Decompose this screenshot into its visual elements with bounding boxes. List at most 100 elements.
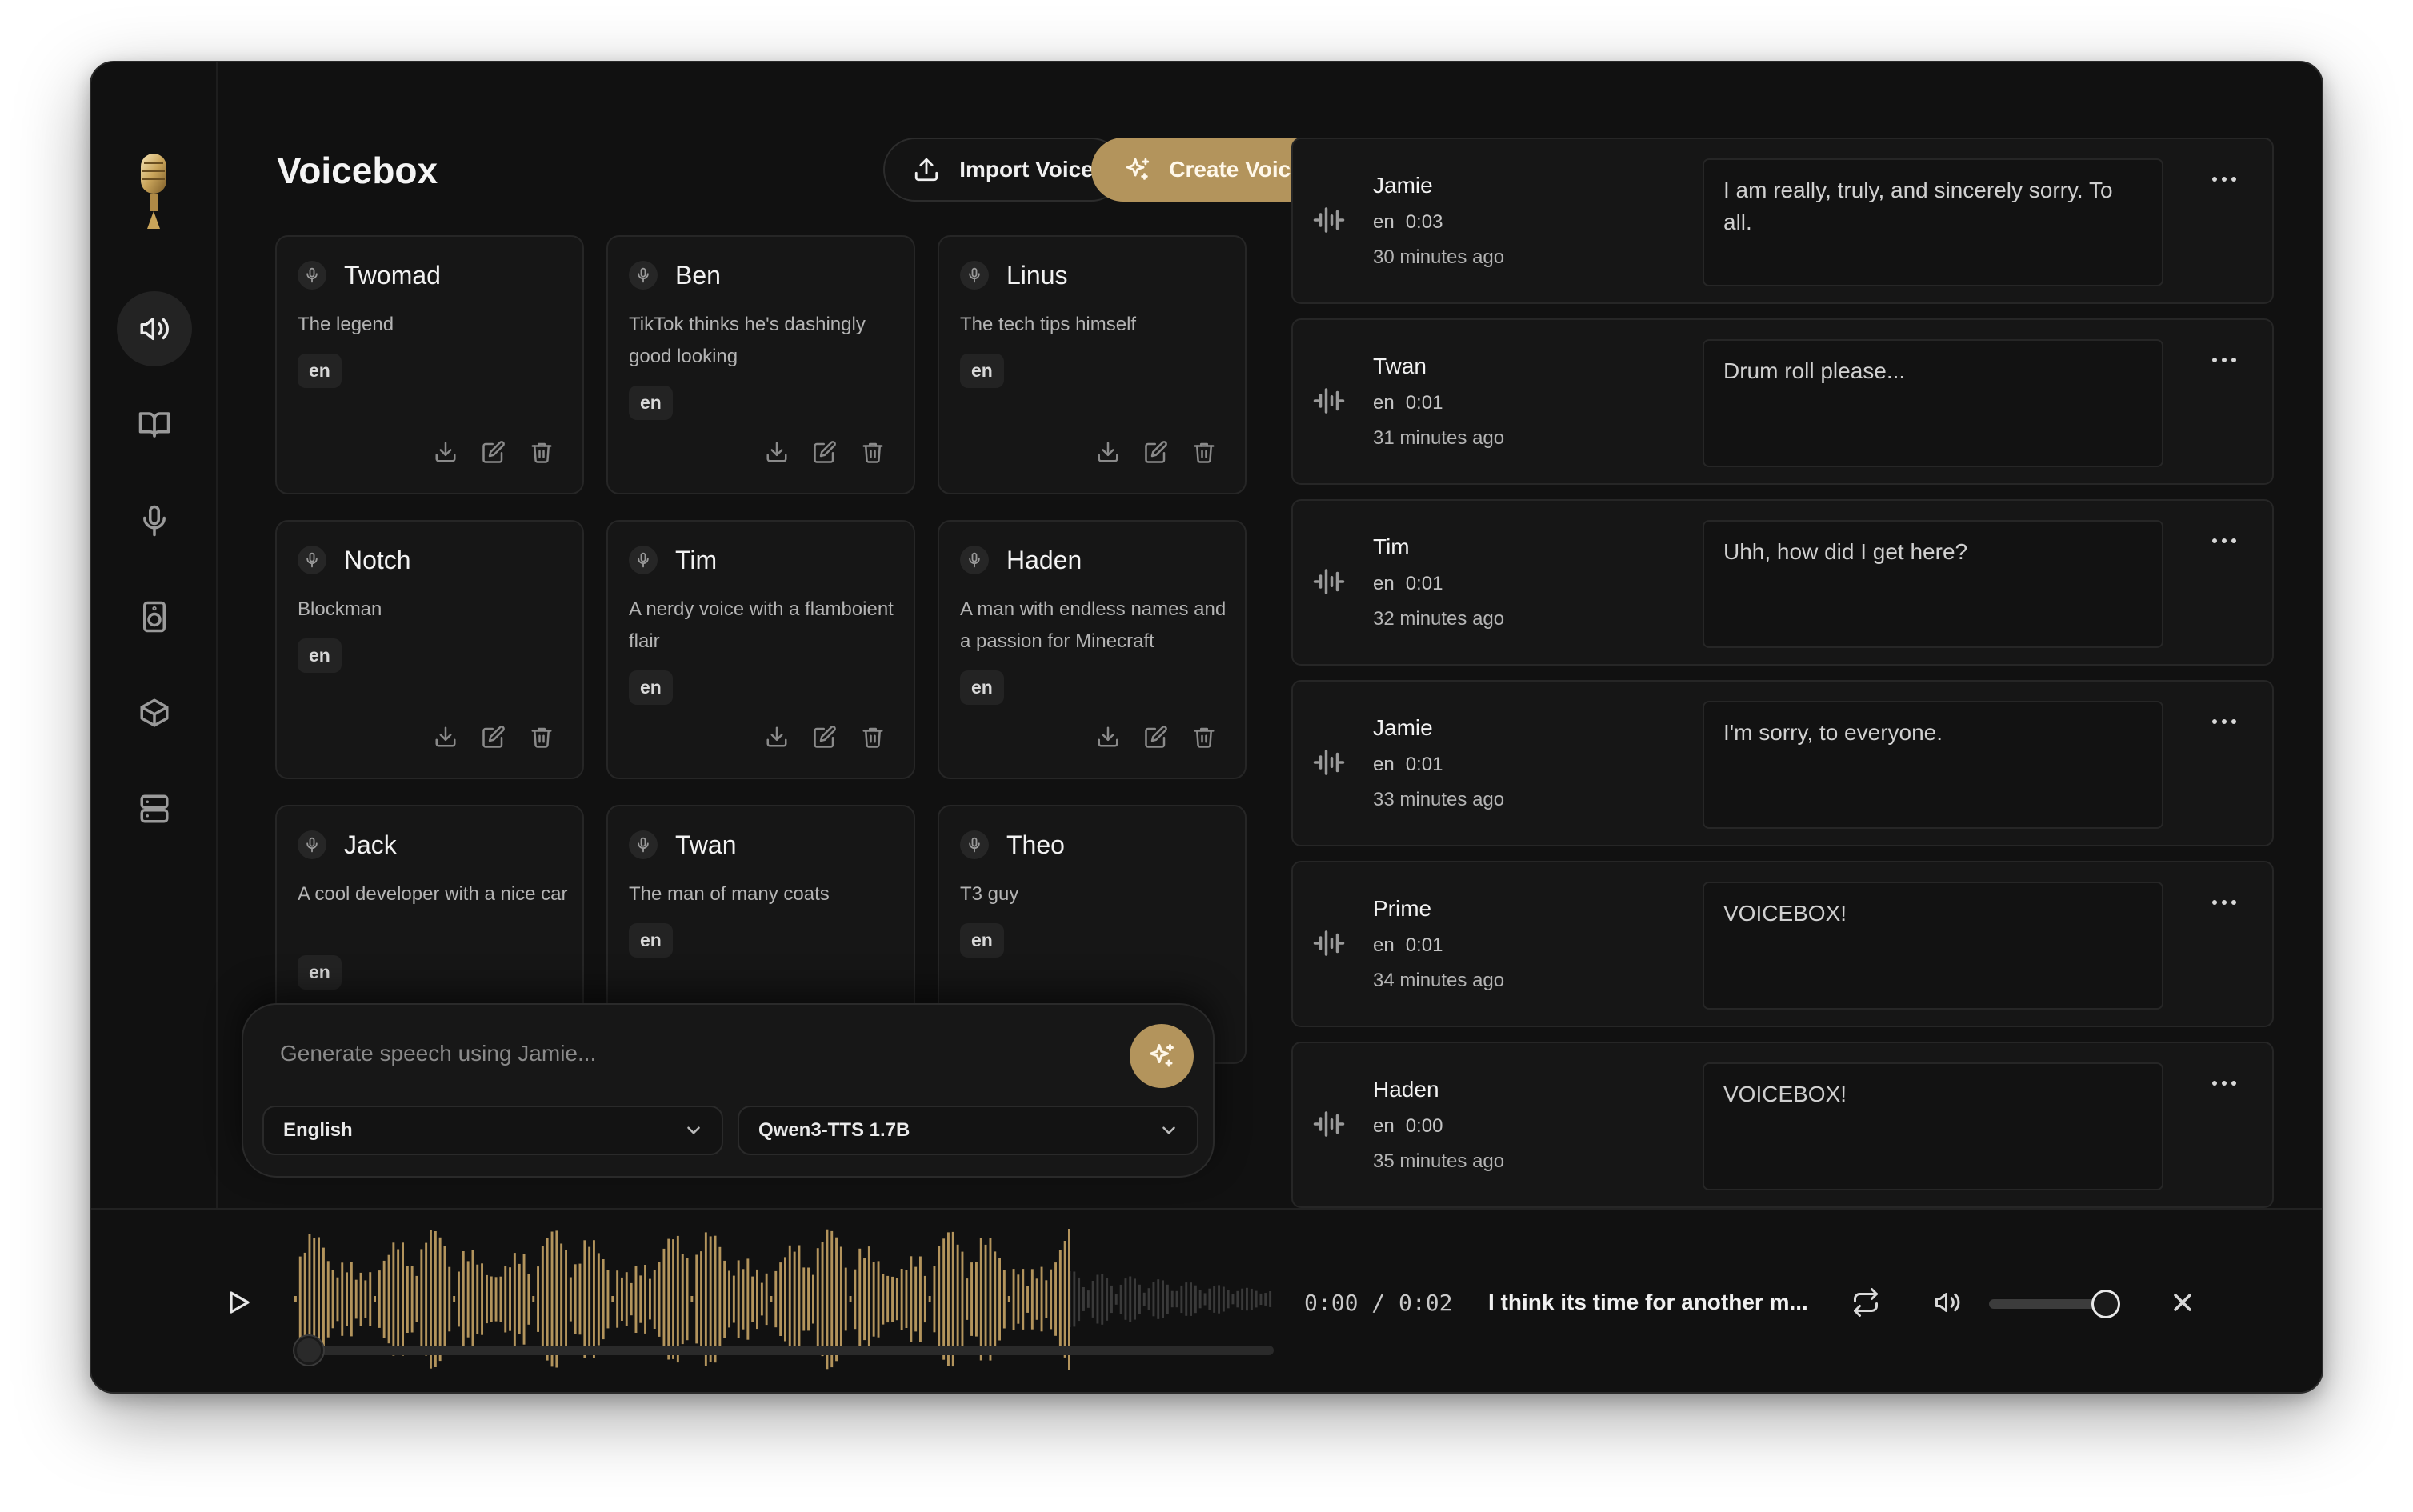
close-icon: [2174, 1294, 2191, 1311]
history-duration: 0:01: [1405, 573, 1443, 594]
nav-item-models[interactable]: [117, 675, 192, 750]
download-icon[interactable]: [434, 725, 458, 749]
trash-icon[interactable]: [1192, 725, 1216, 749]
book-icon: [138, 412, 170, 438]
nav-item-library[interactable]: [117, 387, 192, 462]
waveform-bar: [639, 1275, 642, 1323]
close-player-button[interactable]: [2168, 1288, 2197, 1317]
voice-card[interactable]: Tim A nerdy voice with a flamboient flai…: [606, 520, 915, 779]
edit-icon[interactable]: [482, 440, 506, 464]
page-title: Voicebox: [277, 150, 438, 191]
language-badge: en: [629, 386, 673, 420]
waveform-bar: [1227, 1290, 1230, 1309]
download-icon[interactable]: [765, 440, 789, 464]
waveform-bar: [667, 1238, 670, 1360]
waveform-bar: [765, 1273, 768, 1326]
history-item[interactable]: Jamie en 0:01 33 minutes ago I'm sorry, t…: [1291, 680, 2274, 846]
waveform-bar: [1157, 1279, 1160, 1319]
history-language: en: [1373, 934, 1395, 956]
download-icon[interactable]: [434, 440, 458, 464]
edit-icon[interactable]: [1144, 725, 1168, 749]
history-text[interactable]: VOICEBOX!: [1703, 1062, 2163, 1190]
nav-item-voices[interactable]: [117, 291, 192, 366]
trash-icon[interactable]: [861, 440, 885, 464]
language-badge: en: [298, 955, 342, 990]
history-timestamp: 31 minutes ago: [1373, 427, 1505, 449]
history-text[interactable]: I'm sorry, to everyone.: [1703, 701, 2163, 829]
generate-button[interactable]: [1130, 1024, 1194, 1088]
language-badge: en: [298, 354, 342, 388]
edit-icon[interactable]: [813, 440, 837, 464]
history-text[interactable]: Uhh, how did I get here?: [1703, 520, 2163, 648]
seek-handle[interactable]: [294, 1336, 323, 1365]
volume-button[interactable]: [1933, 1288, 1962, 1317]
waveform-bar: [1246, 1287, 1248, 1311]
microphone-icon: [960, 546, 989, 574]
edit-icon[interactable]: [1144, 440, 1168, 464]
voice-name: Notch: [344, 546, 411, 574]
waveform-bar: [616, 1270, 619, 1328]
more-options-icon[interactable]: [2210, 171, 2239, 187]
waveform-bar: [1091, 1281, 1094, 1318]
voice-card[interactable]: Linus The tech tips himself en: [938, 235, 1247, 494]
voice-description: The man of many coats: [629, 883, 830, 905]
trash-icon[interactable]: [1192, 440, 1216, 464]
trash-icon[interactable]: [530, 440, 554, 464]
voice-card[interactable]: Haden A man with endless names and a pas…: [938, 520, 1247, 779]
voice-name: Twomad: [344, 261, 441, 290]
waveform-bar: [494, 1277, 498, 1322]
waveform-bar: [541, 1246, 544, 1353]
history-item[interactable]: Haden en 0:00 35 minutes ago VOICEBOX!: [1291, 1042, 2274, 1208]
history-item[interactable]: Jamie en 0:03 30 minutes ago I am really,…: [1291, 138, 2274, 304]
audio-player: 0:00 / 0:02 I think its time for another…: [91, 1208, 2322, 1392]
voice-description: TikTok thinks he's dashingly good lookin…: [629, 314, 866, 367]
voice-card[interactable]: Ben TikTok thinks he's dashingly good lo…: [606, 235, 915, 494]
waveform-bar: [397, 1249, 400, 1350]
waveform-bar: [425, 1242, 428, 1356]
waveform-bar: [737, 1260, 740, 1338]
play-button[interactable]: [224, 1288, 253, 1317]
more-options-icon[interactable]: [2210, 1075, 2239, 1091]
edit-icon[interactable]: [813, 725, 837, 749]
history-item[interactable]: Twan en 0:01 31 minutes ago Drum roll ple…: [1291, 318, 2274, 485]
trash-icon[interactable]: [861, 725, 885, 749]
voice-description: The legend: [298, 314, 394, 335]
history-item[interactable]: Tim en 0:01 32 minutes ago Uhh, how did I…: [1291, 499, 2274, 666]
more-options-icon[interactable]: [2210, 894, 2239, 910]
nav-item-record[interactable]: [117, 483, 192, 558]
history-language: en: [1373, 392, 1395, 414]
edit-icon[interactable]: [482, 725, 506, 749]
waveform-bar: [1078, 1277, 1081, 1322]
nav-item-server[interactable]: [117, 771, 192, 846]
more-options-icon[interactable]: [2210, 352, 2239, 368]
generate-speech-input[interactable]: [280, 1034, 1080, 1074]
history-text[interactable]: I am really, truly, and sincerely sorry.…: [1703, 158, 2163, 286]
waveform-bar: [537, 1266, 539, 1332]
voice-card[interactable]: Twomad The legend en: [275, 235, 584, 494]
history-text[interactable]: VOICEBOX!: [1703, 882, 2163, 1010]
volume-handle[interactable]: [2091, 1290, 2120, 1318]
waveform-bar: [369, 1272, 372, 1326]
language-select[interactable]: English: [262, 1106, 723, 1155]
trash-icon[interactable]: [530, 725, 554, 749]
nav-item-audio[interactable]: [117, 579, 192, 654]
voice-card[interactable]: Notch Blockman en: [275, 520, 584, 779]
download-icon[interactable]: [1096, 440, 1120, 464]
repeat-button[interactable]: [1851, 1288, 1880, 1317]
download-icon[interactable]: [1096, 725, 1120, 749]
history-text[interactable]: Drum roll please...: [1703, 339, 2163, 467]
history-item[interactable]: Prime en 0:01 34 minutes ago VOICEBOX!: [1291, 861, 2274, 1027]
waveform-bar: [504, 1266, 507, 1333]
import-voice-button[interactable]: Import Voice: [883, 138, 1123, 202]
waveform-bar: [681, 1254, 684, 1345]
download-icon[interactable]: [765, 725, 789, 749]
waveform-bar: [1203, 1293, 1206, 1306]
model-select[interactable]: Qwen3-TTS 1.7B: [738, 1106, 1198, 1155]
seek-bar[interactable]: [304, 1346, 1274, 1355]
total-time: 0:02: [1399, 1290, 1453, 1316]
waveform-bar: [1124, 1278, 1127, 1320]
more-options-icon[interactable]: [2210, 533, 2239, 549]
audio-waveform-icon: [1312, 203, 1346, 237]
more-options-icon[interactable]: [2210, 714, 2239, 730]
waveform-bar: [458, 1271, 460, 1327]
